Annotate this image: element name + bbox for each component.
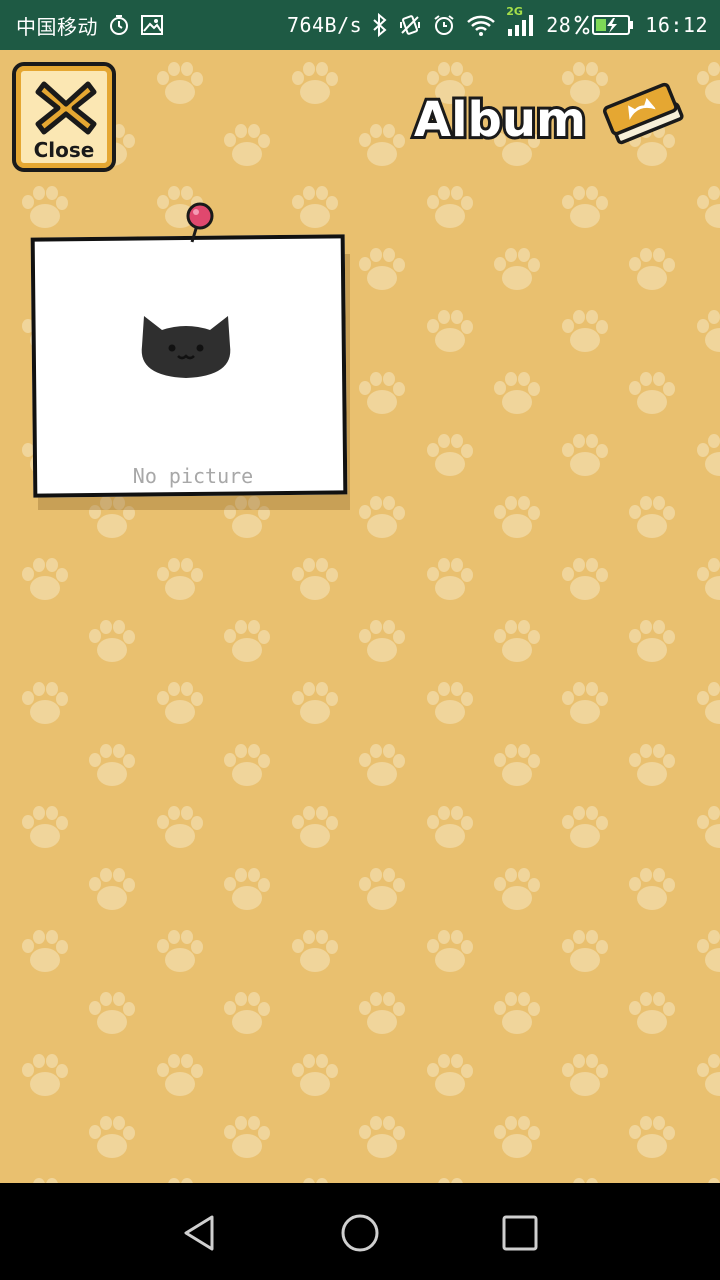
photo-caption: No picture (132, 464, 254, 488)
album-title: Album (405, 86, 595, 156)
navigation-bar (0, 1183, 720, 1280)
cat-icon (141, 316, 231, 378)
status-bar: 中国移动 764B/s 2G 28 16:12 (0, 0, 720, 50)
alarm-icon (108, 14, 130, 36)
pin-icon (186, 202, 214, 243)
close-button[interactable]: Close (12, 62, 116, 172)
close-x-icon (35, 81, 97, 135)
vibrate-icon (398, 13, 422, 37)
clock-label: 16:12 (645, 13, 708, 37)
recent-apps-icon[interactable] (498, 1211, 542, 1255)
wifi-icon (466, 13, 496, 37)
battery-icon (573, 13, 635, 37)
signal-indicator: 2G (506, 5, 536, 37)
back-icon[interactable] (178, 1211, 222, 1255)
album-screen: Close Album No picture (0, 50, 720, 1183)
battery-level-label: 28 (546, 13, 572, 37)
book-icon (603, 82, 684, 145)
carrier-label: 中国移动 (16, 14, 98, 39)
photo-slot[interactable]: No picture (28, 200, 358, 510)
close-button-label: Close (33, 138, 95, 162)
alarm-clock-icon (432, 13, 456, 37)
net-speed-label: 764B/s (286, 13, 363, 37)
bluetooth-icon (372, 13, 388, 37)
network-type-label: 2G (506, 5, 523, 18)
home-icon[interactable] (338, 1211, 382, 1255)
album-title-text: Album (414, 92, 586, 148)
image-icon (140, 14, 164, 36)
